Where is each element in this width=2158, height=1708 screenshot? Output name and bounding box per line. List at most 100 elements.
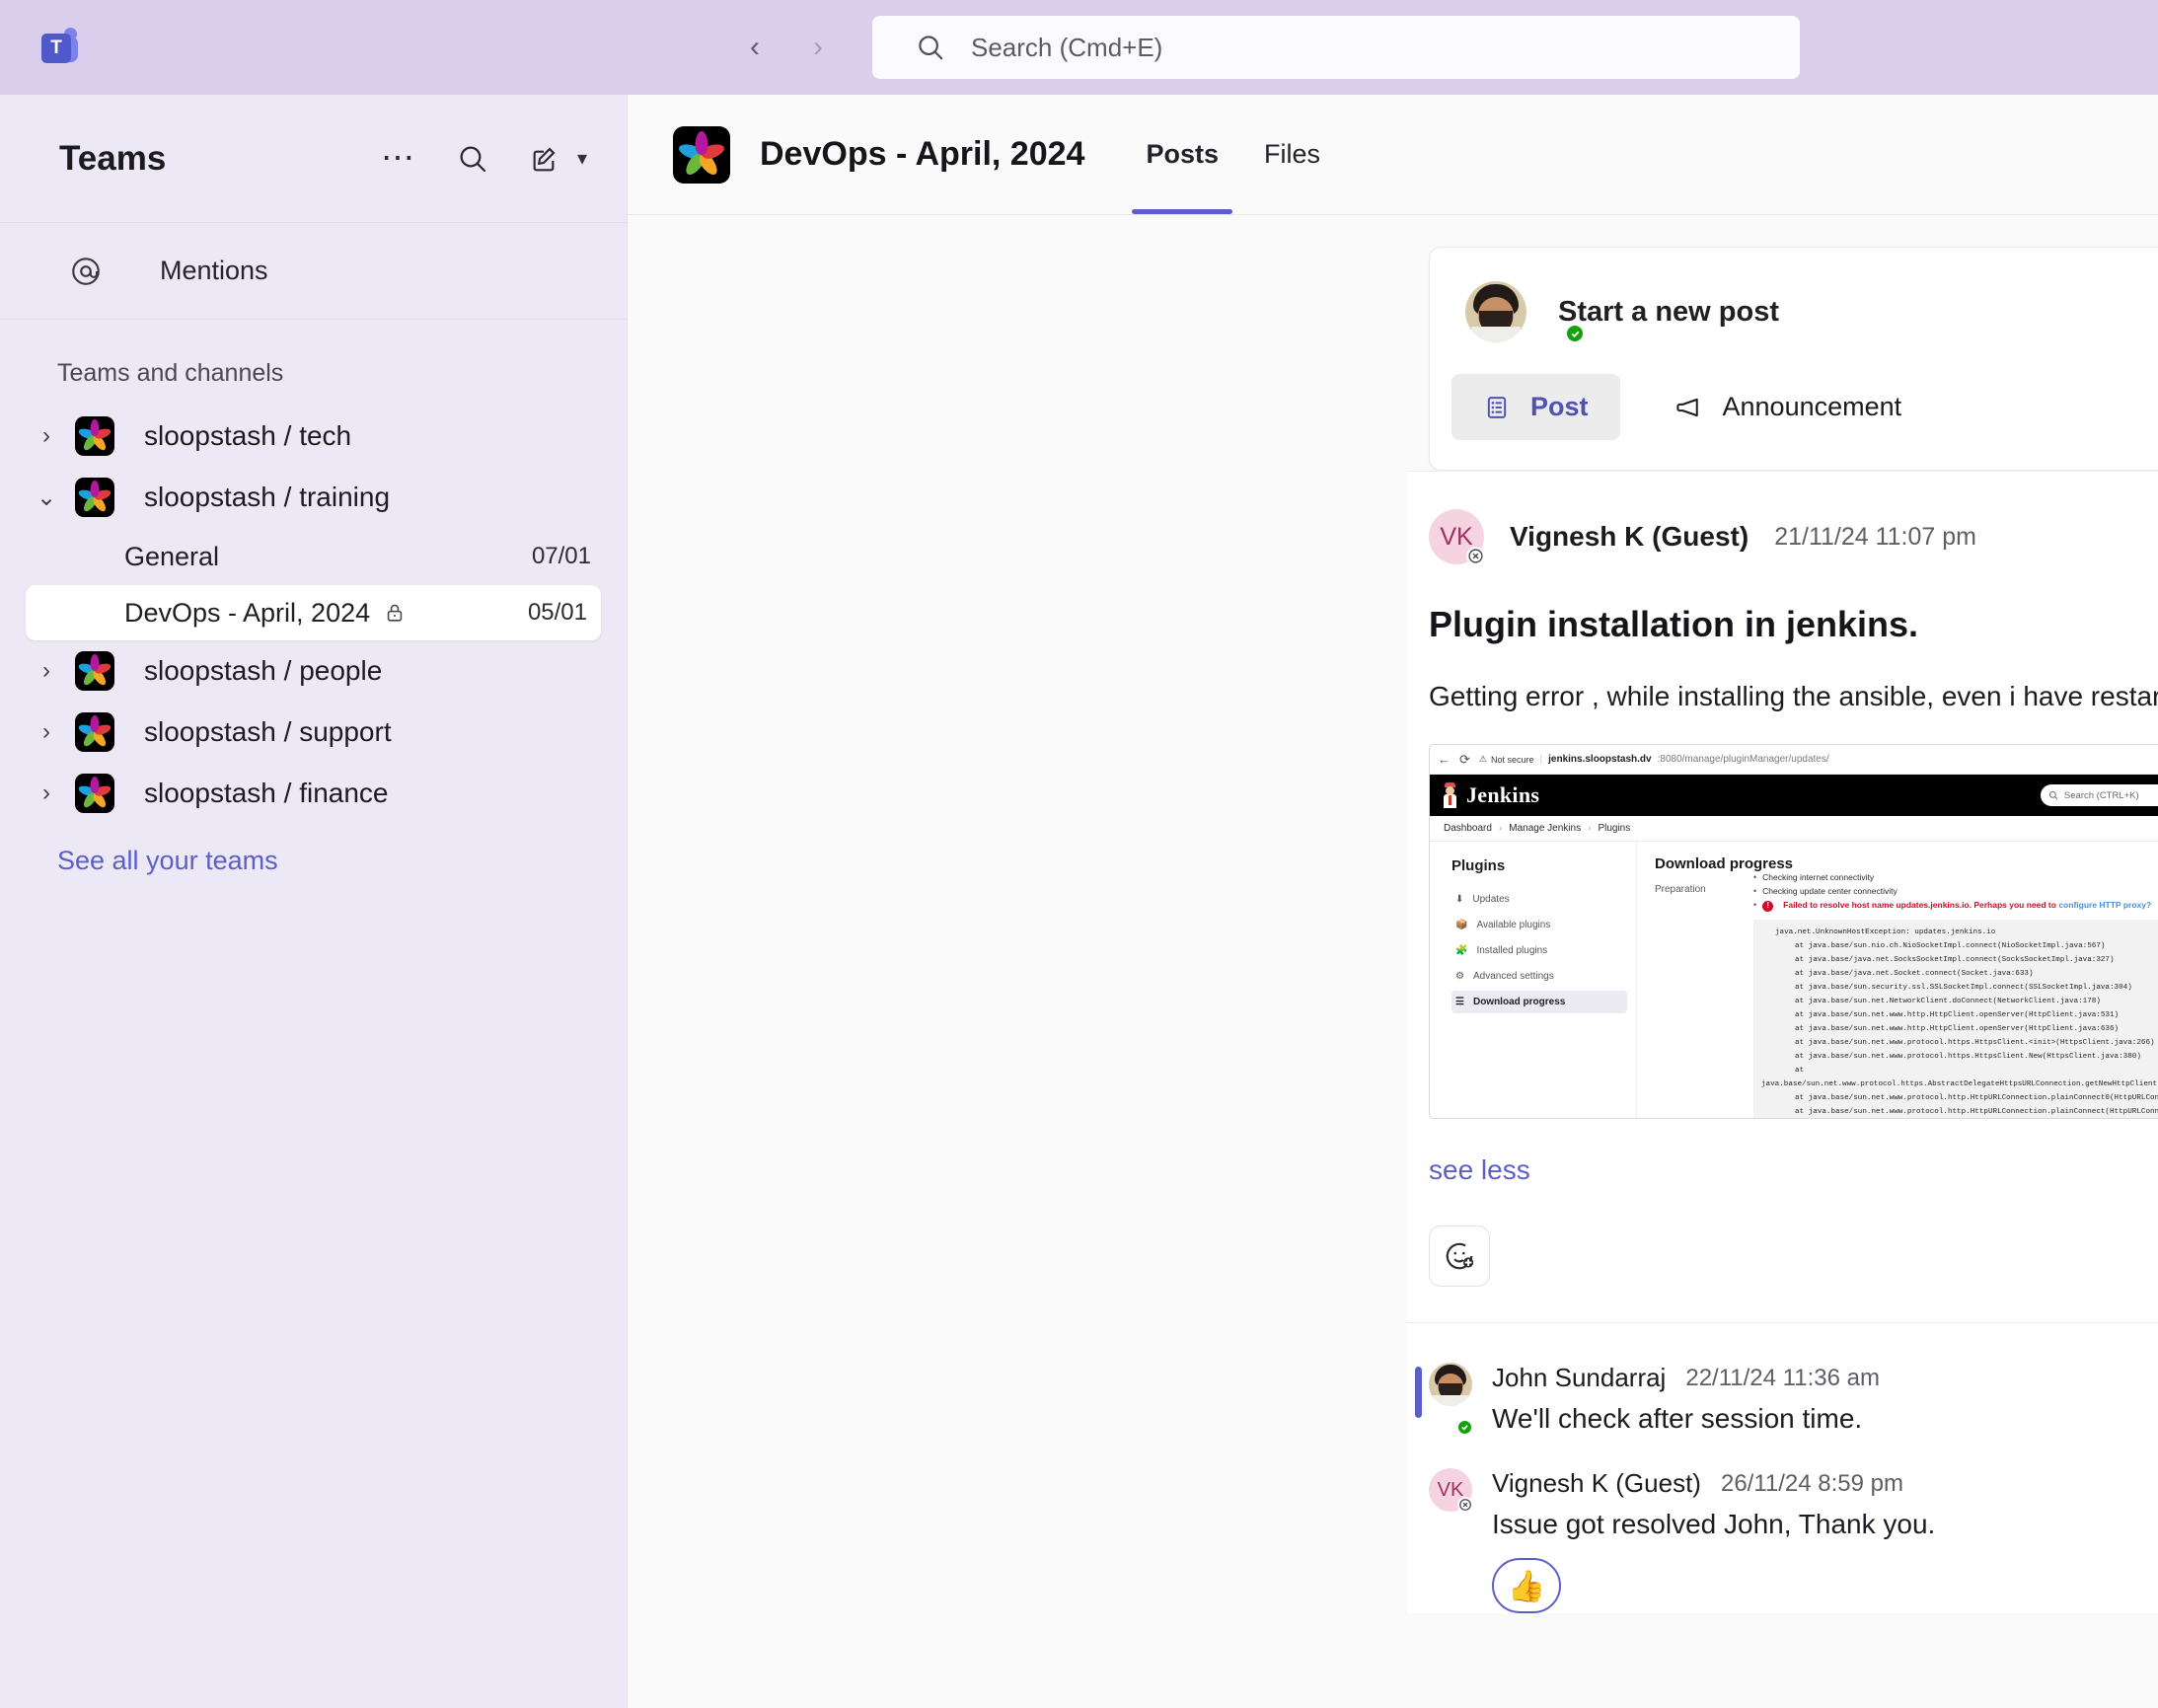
warning-triangle-icon: ⚠ [1478,754,1487,764]
jenkins-menu-updates[interactable]: ⬇ Updates [1451,888,1627,911]
tab-posts[interactable]: Posts [1132,95,1232,214]
available-plugins-icon: 📦 [1455,920,1468,930]
gear-icon: ⚙ [1455,971,1464,982]
jenkins-top-bar: Jenkins Search (CTRL+K) ⓘ 🔔 ☻ [1430,775,2158,816]
reply-timestamp: 22/11/24 11:36 am [1685,1364,1880,1391]
trace-line: at java.base/sun.nio.ch.NioSocketImpl.co… [1795,941,2106,950]
announcement-button-label: Announcement [1722,392,1902,421]
chevron-right-icon[interactable]: › [34,657,59,685]
teams-app-window: T ‹ › Search (Cmd+E) Teams ⋯ ▾ Mentions … [0,0,2158,1708]
search-input[interactable]: Search (Cmd+E) [872,16,1800,79]
jenkins-logo[interactable]: Jenkins [1442,782,1539,808]
post-reaction-bar [1407,1186,2158,1322]
post-timestamp: 21/11/24 11:07 pm [1774,522,1976,551]
sidebar-item-mentions[interactable]: Mentions [0,223,627,320]
more-options-icon[interactable]: ⋯ [381,141,417,175]
team-name: sloopstash / people [144,655,383,686]
url-path: :8080/manage/pluginManager/updates/ [1657,754,1829,765]
jenkins-menu-download-progress[interactable]: ☰ Download progress [1451,991,1627,1013]
search-placeholder: Search (Cmd+E) [971,32,1163,62]
channel-date: 05/01 [527,599,587,626]
presence-available-badge [1456,1419,1473,1436]
address-bar[interactable]: ⚠ Not secure | jenkins.sloopstash.dv:808… [1479,754,2158,765]
error-icon: ! [1762,900,1774,912]
breadcrumb-separator: › [1588,823,1592,834]
chevron-right-icon[interactable]: › [34,422,59,450]
composer-buttons: Post Announcement [1451,374,2158,440]
sidebar-team-support[interactable]: › sloopstash / support [0,702,627,763]
add-reaction-icon[interactable] [1429,1225,1490,1287]
chevron-right-icon[interactable]: › [34,780,59,807]
chevron-right-icon[interactable]: › [801,31,835,64]
team-avatar-icon [75,712,114,752]
jenkins-menu-label: Updates [1472,894,1510,905]
at-mention-icon [69,255,103,288]
announcement-button[interactable]: Announcement [1642,374,1934,440]
teams-sidebar: Teams ⋯ ▾ Mentions Teams and channels › … [0,95,628,1708]
jenkins-search-input[interactable]: Search (CTRL+K) ⓘ [2040,784,2158,806]
jenkins-sidebar: Plugins ⬇ Updates 📦 Available plugins 🧩 … [1430,842,1637,1118]
chevron-down-icon[interactable]: ▾ [577,146,587,171]
see-all-teams-link[interactable]: See all your teams [0,824,627,876]
chevron-down-icon[interactable]: ⌄ [34,483,59,512]
reply-text: We'll check after session time. [1492,1403,1863,1434]
jenkins-butler-icon [1442,782,1458,808]
sidebar-team-tech[interactable]: › sloopstash / tech [0,406,627,467]
trace-line: at java.base/sun.security.ssl.SSLSocketI… [1795,984,2132,992]
trace-exception: java.net.UnknownHostException: updates.j… [1775,928,1996,936]
breadcrumb: Dashboard › Manage Jenkins › Plugins [1430,816,2158,842]
sidebar-team-finance[interactable]: › sloopstash / finance [0,763,627,824]
sidebar-search-icon[interactable] [457,143,488,175]
avatar [1465,281,1526,342]
team-name: sloopstash / finance [144,778,389,808]
page-title: DevOps - April, 2024 [760,135,1085,173]
sidebar-title: Teams [59,138,167,178]
jenkins-menu-installed-plugins[interactable]: 🧩 Installed plugins [1451,939,1627,962]
chevron-left-icon[interactable]: ‹ [738,31,772,64]
reply-header: John Sundarraj 22/11/24 11:36 am [1492,1363,2158,1393]
post-body: Getting error , while installing the ans… [1429,681,2158,711]
mentions-label: Mentions [160,256,268,285]
team-avatar-icon [75,651,114,691]
tab-files[interactable]: Files [1250,95,1334,214]
sidebar-team-training[interactable]: ⌄ sloopstash / training [0,467,627,528]
post-attachment-screenshot[interactable]: ← ⟳ ⚠ Not secure | jenkins.sloopstash.dv… [1429,744,2158,1119]
jenkins-menu-available-plugins[interactable]: 📦 Available plugins [1451,914,1627,936]
back-arrow-icon[interactable]: ← [1438,752,1451,767]
breadcrumb-plugins[interactable]: Plugins [1598,823,1630,834]
configure-proxy-link[interactable]: configure HTTP proxy? [2058,900,2151,910]
reply-header: Vignesh K (Guest) 26/11/24 8:59 pm [1492,1468,2158,1499]
reply-content: John Sundarraj 22/11/24 11:36 am We'll c… [1492,1363,2158,1435]
trace-line: java.base/sun.net.www.protocol.https.Abs… [1761,1080,2158,1089]
jenkins-menu-label: Advanced settings [1472,971,1554,982]
avatar: VK [1429,509,1485,565]
jenkins-sidebar-title: Plugins [1451,857,1506,874]
team-avatar-icon [75,416,114,456]
top-bar: T ‹ › Search (Cmd+E) [0,0,2158,95]
sidebar-team-people[interactable]: › sloopstash / people [0,640,627,702]
compose-icon[interactable] [528,143,559,175]
new-post-composer: Start a new post Post Announcement [1429,247,2158,471]
app-body: Teams ⋯ ▾ Mentions Teams and channels › … [0,95,2158,1708]
reload-icon[interactable]: ⟳ [1459,752,1470,768]
team-name: sloopstash / support [144,716,392,747]
teams-logo-letter: T [41,34,71,63]
not-secure-label: Not secure [1490,754,1534,765]
breadcrumb-manage-jenkins[interactable]: Manage Jenkins [1509,823,1581,834]
new-post-placeholder[interactable]: Start a new post [1558,296,1779,329]
jenkins-menu-label: Available plugins [1476,920,1551,930]
search-icon [916,33,945,62]
sidebar-channel-general[interactable]: General 07/01 [0,528,627,585]
breadcrumb-dashboard[interactable]: Dashboard [1444,823,1492,834]
teams-logo-icon[interactable]: T [37,24,85,71]
post-button[interactable]: Post [1451,374,1620,440]
see-less-link[interactable]: see less [1407,1119,2158,1186]
chevron-right-icon[interactable]: › [34,718,59,746]
post-item: VK Vignesh K (Guest) 21/11/24 11:07 pm P… [1407,471,2158,1613]
reaction-thumbsup[interactable]: 👍 [1492,1558,1561,1613]
jenkins-menu-advanced-settings[interactable]: ⚙ Advanced settings [1451,965,1627,988]
trace-line: at java.base/java.net.Socket.connect(Soc… [1795,969,2034,978]
sidebar-channel-devops-april-2024[interactable]: DevOps - April, 2024 05/01 [26,585,601,640]
trace-line: at java.base/sun.net.www.protocol.http.H… [1795,1108,2158,1117]
jenkins-main: Plugins ⬇ Updates 📦 Available plugins 🧩 … [1430,842,2158,1118]
